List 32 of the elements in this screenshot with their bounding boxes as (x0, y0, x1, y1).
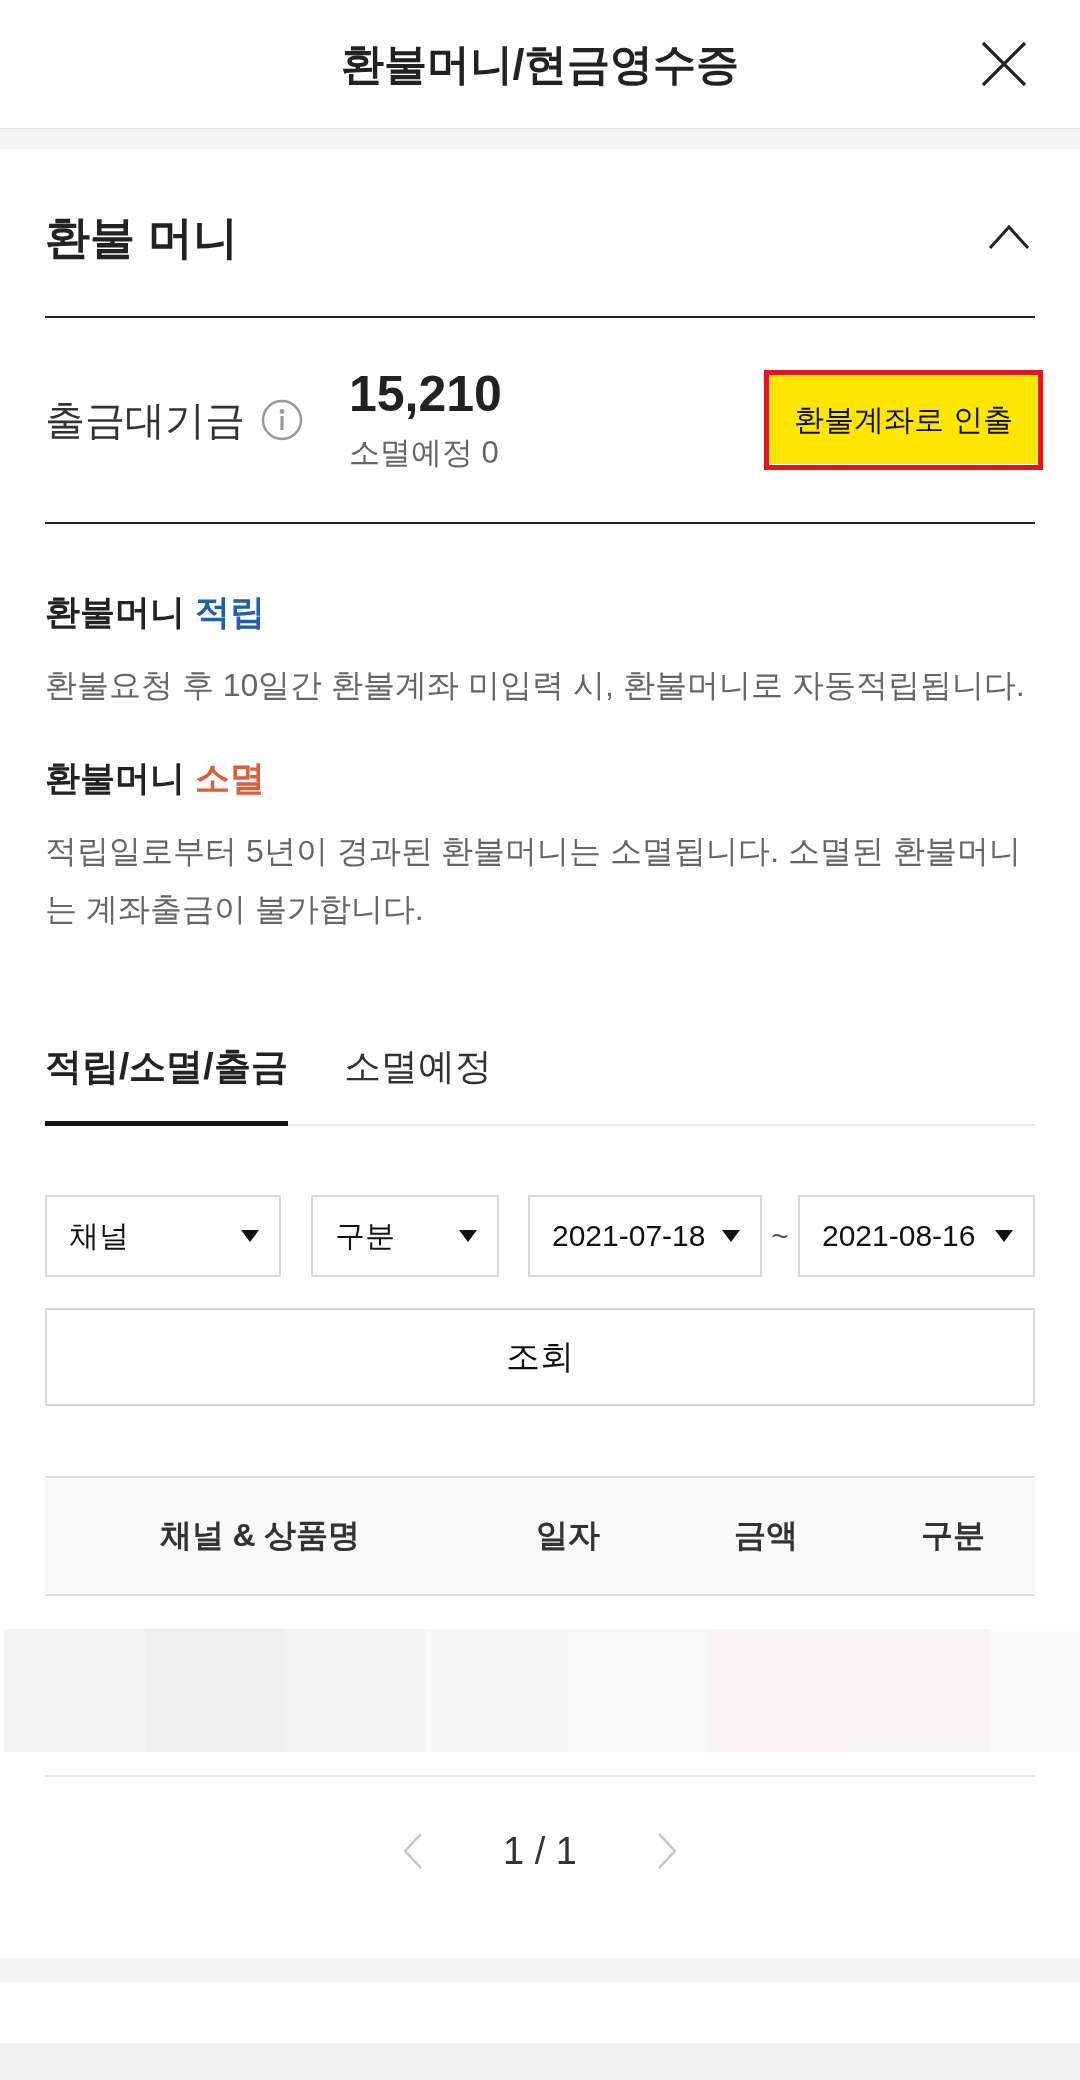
tab[interactable]: 소멸예정 (343, 1043, 492, 1126)
category-dropdown[interactable]: 구분 (311, 1195, 499, 1277)
date-separator: ~ (770, 1219, 790, 1253)
expiring-amount: 소멸예정 0 (349, 433, 500, 472)
balance-amount: 15,210 (349, 366, 502, 422)
close-icon[interactable] (981, 41, 1027, 87)
caret-icon (722, 1230, 740, 1242)
caret-icon (241, 1230, 259, 1242)
page-indicator: 1 / 1 (503, 1829, 577, 1873)
channel-dropdown[interactable]: 채널 (45, 1195, 281, 1277)
notice-title: 환불머니 (45, 591, 185, 633)
column-header: 구분 (920, 1516, 986, 1555)
notice-keyword: 적립 (195, 591, 265, 633)
column-header: 금액 (733, 1516, 799, 1555)
chevron-icon[interactable] (988, 223, 1030, 252)
balance-label: 출금대기금 (45, 397, 245, 444)
end-date-dropdown[interactable]: 2021-08-16 (798, 1195, 1035, 1277)
section-title: 환불 머니 (45, 210, 238, 265)
notice-text: 적립일로부터 5년이 경과된 환불머니는 소멸됩니다. 소멸된 환불머니는 계좌출금이 불가합니다. (45, 832, 1023, 929)
withdraw-button[interactable]: 환불계좌로 인출 (770, 376, 1037, 464)
search-button[interactable]: 조회 (45, 1308, 1035, 1406)
notice-keyword: 소멸 (195, 757, 265, 799)
caret-icon (995, 1230, 1013, 1242)
caret-icon (459, 1230, 477, 1242)
column-header: 채널 & 상품명 (158, 1516, 362, 1555)
page-title: 환불머니/현금영수증 (340, 39, 740, 90)
notice-title: 환불머니 (45, 757, 185, 799)
column-header: 일자 (535, 1516, 601, 1555)
start-date-dropdown[interactable]: 2021-07-18 (528, 1195, 762, 1277)
info-icon[interactable] (261, 399, 303, 441)
tab[interactable]: 적립/소멸/출금 (45, 1043, 288, 1126)
notice-text: 환불요청 후 10일간 환불계좌 미입력 시, 환불머니로 자동적립됩니다. (45, 666, 1026, 705)
